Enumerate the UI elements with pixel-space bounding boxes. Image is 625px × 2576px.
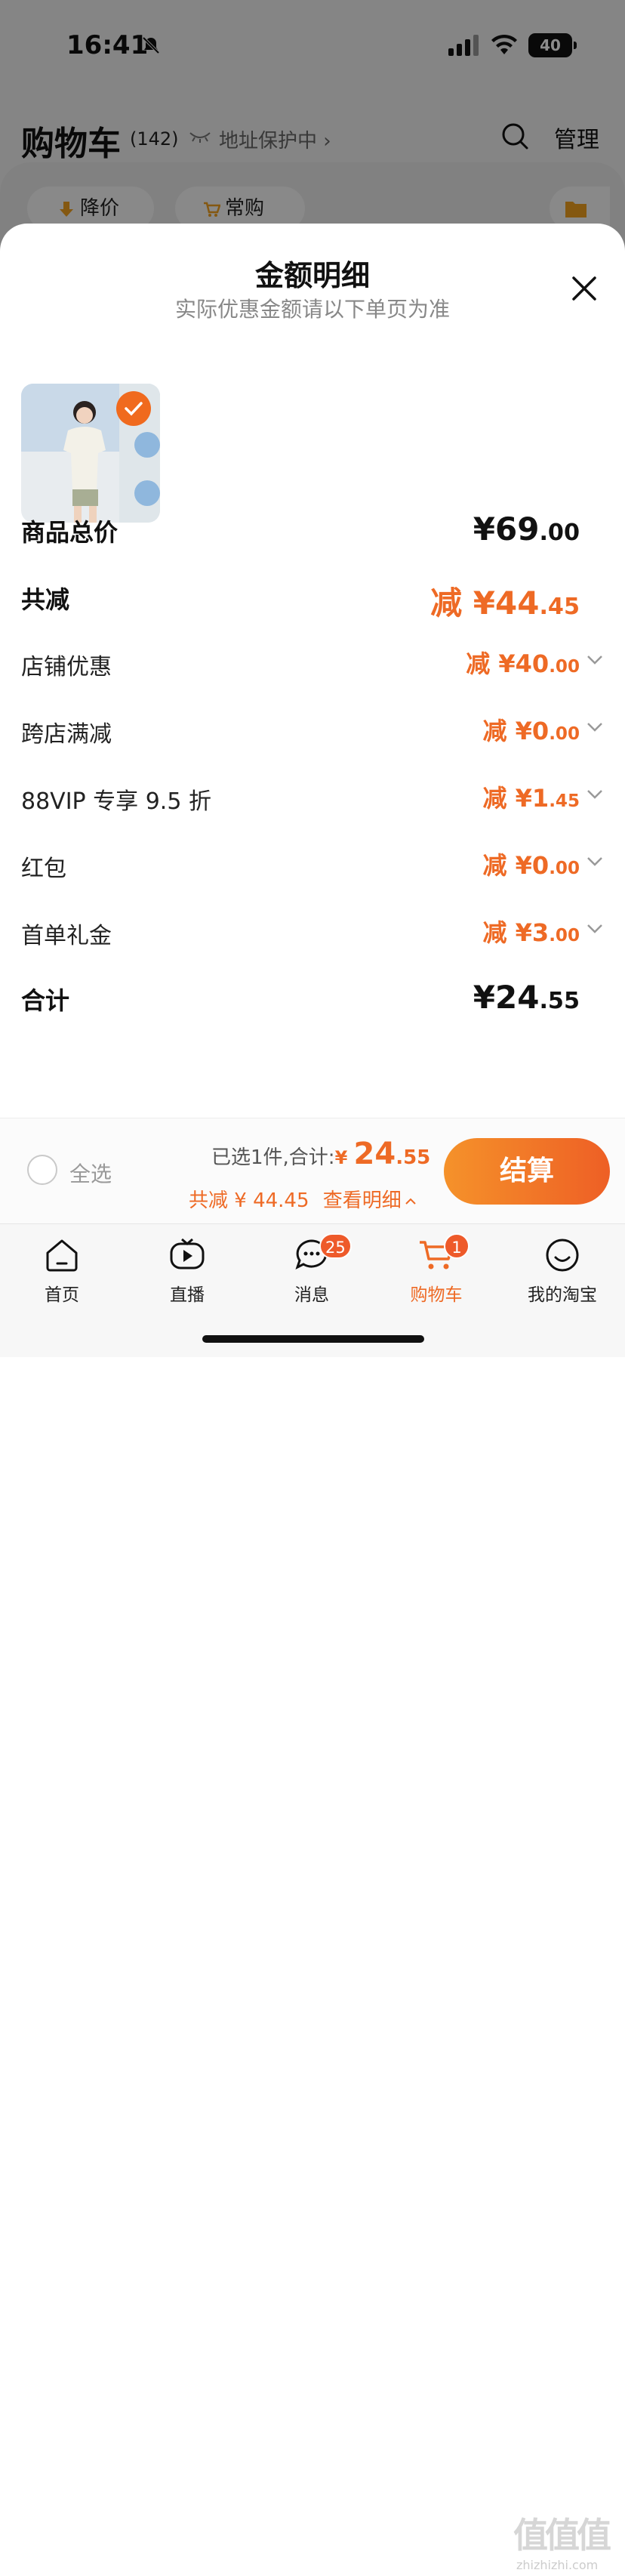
chevron-down-icon[interactable] bbox=[586, 788, 604, 801]
tab-cart[interactable]: 购物车 1 bbox=[391, 1233, 482, 1312]
profile-icon bbox=[546, 1239, 579, 1272]
row-grand-total: 合计 ¥24.55 bbox=[21, 979, 604, 1017]
tab-label: 首页 bbox=[45, 1285, 79, 1305]
tab-label: 直播 bbox=[170, 1285, 205, 1305]
tab-label: 购物车 bbox=[410, 1285, 463, 1305]
row-amount: ¥69.00 bbox=[473, 511, 580, 548]
select-all-label[interactable]: 全选 bbox=[69, 1158, 112, 1188]
chevron-down-icon[interactable] bbox=[586, 856, 604, 868]
row-first-order-gift[interactable]: 首单礼金 减 ¥3.00 bbox=[21, 914, 604, 952]
tab-label: 我的淘宝 bbox=[528, 1285, 597, 1305]
tab-label: 消息 bbox=[294, 1285, 329, 1305]
row-vip-discount[interactable]: 88VIP 专享 9.5 折 减 ¥1.45 bbox=[21, 779, 604, 817]
cart-page-background: 16:41 40 购物车 (142) 地址保护中 › 管理 降价 常购 bbox=[0, 0, 625, 257]
chevron-down-icon[interactable] bbox=[586, 721, 604, 733]
selected-check-icon[interactable] bbox=[116, 391, 151, 426]
watermark: 值值值 zhizhizhi.com bbox=[513, 2515, 611, 2572]
row-label: 跨店满减 bbox=[21, 721, 112, 748]
view-detail-link[interactable]: 查看明细 bbox=[323, 1189, 417, 1212]
model-photo bbox=[63, 401, 106, 523]
total-amount: 24 bbox=[353, 1137, 396, 1171]
selected-summary: 已选1件,合计:¥ 24.55 bbox=[211, 1137, 431, 1171]
feature-badge-quickdry bbox=[134, 432, 160, 458]
row-store-discount[interactable]: 店铺优惠 减 ¥40.00 bbox=[21, 645, 604, 683]
row-cross-store[interactable]: 跨店满减 减 ¥0.00 bbox=[21, 712, 604, 750]
sheet-subtitle: 实际优惠金额请以下单页为准 bbox=[174, 297, 450, 322]
checkout-bar: 全选 已选1件,合计:¥ 24.55 共减 ¥ 44.45 查看明细 结算 bbox=[0, 1118, 625, 1224]
tab-messages[interactable]: 消息 25 bbox=[266, 1233, 357, 1312]
row-label: 店铺优惠 bbox=[21, 654, 112, 680]
close-icon[interactable] bbox=[569, 273, 599, 304]
row-goods-total: 商品总价 ¥69.00 bbox=[21, 511, 604, 548]
row-amount: 减 ¥44.45 bbox=[430, 585, 580, 622]
row-amount: 减 ¥40.00 bbox=[466, 649, 580, 678]
row-label: 首单礼金 bbox=[21, 923, 112, 949]
tab-live[interactable]: 直播 bbox=[142, 1236, 232, 1312]
tab-home[interactable]: 首页 bbox=[17, 1236, 107, 1312]
tab-profile[interactable]: 我的淘宝 bbox=[513, 1236, 611, 1312]
row-label: 88VIP 专享 9.5 折 bbox=[21, 788, 211, 815]
sheet-title: 金额明细 bbox=[254, 259, 370, 292]
message-count-badge: 25 bbox=[319, 1233, 352, 1259]
feature-badge-breathable bbox=[134, 480, 160, 506]
row-amount: 减 ¥0.00 bbox=[482, 717, 580, 745]
row-label: 共减 bbox=[21, 585, 70, 614]
row-label: 红包 bbox=[21, 856, 66, 882]
select-all-checkbox[interactable] bbox=[27, 1155, 57, 1185]
row-amount: 减 ¥1.45 bbox=[482, 784, 580, 813]
row-red-packet[interactable]: 红包 减 ¥0.00 bbox=[21, 847, 604, 884]
chevron-down-icon[interactable] bbox=[586, 923, 604, 935]
chevron-up-icon bbox=[405, 1198, 416, 1205]
home-indicator[interactable] bbox=[202, 1335, 424, 1343]
cart-count-badge: 1 bbox=[444, 1233, 470, 1259]
amount-detail-sheet: 金额明细 实际优惠金额请以下单页为准 商品总价 ¥69.00 共减 减 ¥44.… bbox=[0, 224, 625, 1118]
row-label: 商品总价 bbox=[21, 518, 119, 547]
dim-overlay[interactable] bbox=[0, 0, 625, 257]
row-label: 合计 bbox=[21, 986, 70, 1015]
home-icon bbox=[46, 1239, 78, 1272]
chevron-down-icon[interactable] bbox=[586, 654, 604, 666]
checkout-button[interactable]: 结算 bbox=[444, 1138, 610, 1205]
row-amount: 减 ¥3.00 bbox=[482, 918, 580, 947]
row-amount: 减 ¥0.00 bbox=[482, 851, 580, 880]
row-total-discount: 共减 减 ¥44.45 bbox=[21, 578, 604, 622]
live-icon bbox=[170, 1238, 205, 1269]
discount-summary: 共减 ¥ 44.45 查看明细 bbox=[189, 1185, 417, 1213]
row-amount: ¥24.55 bbox=[473, 979, 580, 1016]
